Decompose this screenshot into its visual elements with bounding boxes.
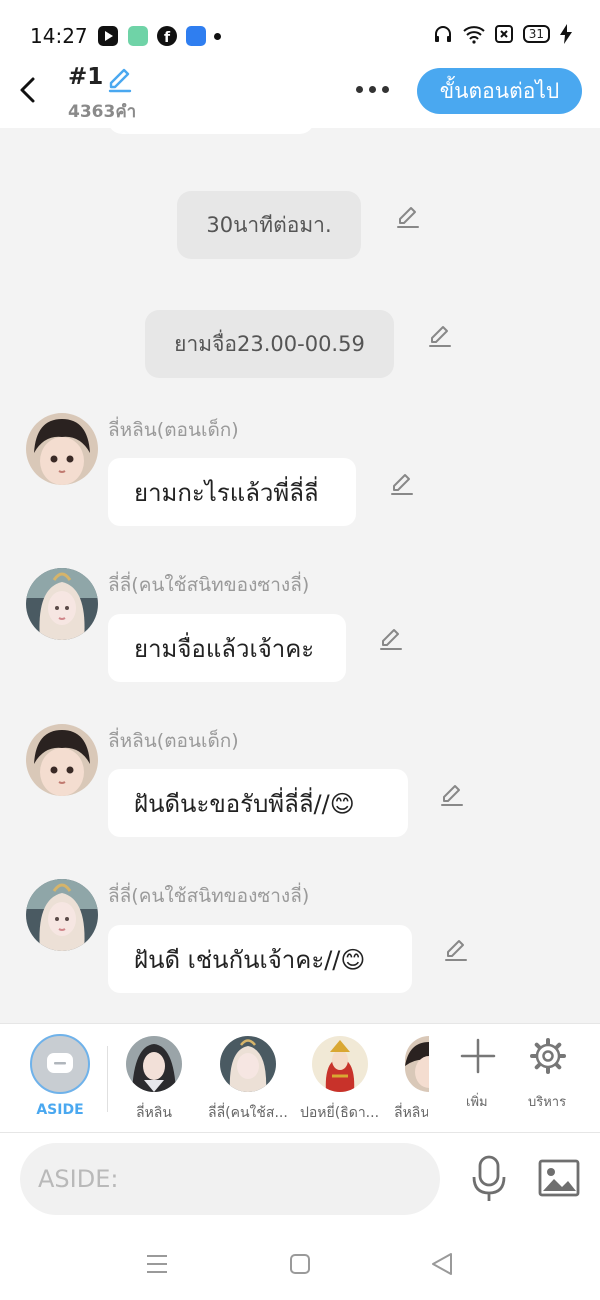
battery-indicator: 31 bbox=[522, 25, 550, 43]
chat-bubble-icon bbox=[47, 1053, 73, 1073]
status-time: 14:27 bbox=[30, 24, 88, 48]
message-bubble[interactable]: ยามกะไรแล้วพี่ลี่ลี่ bbox=[108, 458, 356, 526]
back-icon[interactable] bbox=[14, 74, 42, 106]
character-name: ลี่หลิน bbox=[394, 1105, 428, 1121]
message-bubble[interactable]: ฝันดีนะขอรับพี่ลี่ลี่//😊 bbox=[108, 769, 408, 837]
avatar-lilin-child[interactable] bbox=[26, 413, 98, 485]
next-step-button[interactable]: ขั้นตอนต่อไป bbox=[417, 68, 582, 114]
aside-label: ASIDE bbox=[36, 1102, 84, 1118]
youtube-notification-icon bbox=[98, 26, 118, 46]
charging-icon bbox=[560, 24, 572, 44]
chat-area[interactable]: 30นาทีต่อมา. ยามจื่อ23.00-00.59 ลี่หลิน(… bbox=[0, 128, 600, 1023]
narration-bubble[interactable]: 30นาทีต่อมา. bbox=[177, 191, 361, 259]
edit-pencil-icon[interactable] bbox=[438, 781, 466, 809]
nav-back-icon[interactable] bbox=[431, 1252, 453, 1276]
character-avatar-lilin[interactable] bbox=[126, 1036, 182, 1092]
character-name: ลี่หลิน bbox=[136, 1105, 172, 1121]
aside-button[interactable] bbox=[30, 1034, 90, 1094]
add-character-icon[interactable] bbox=[458, 1036, 498, 1076]
microphone-icon[interactable] bbox=[470, 1155, 508, 1203]
character-selector: ASIDE ลี่หลิน ลี่ลี่(คนใช้ส... ปอหยี่(ธิ… bbox=[0, 1023, 600, 1133]
character-avatar-poyi[interactable] bbox=[312, 1036, 368, 1092]
speaker-name: ลี่ลี่(คนใช้สนิทของซางลี่) bbox=[108, 574, 310, 596]
divider bbox=[107, 1046, 108, 1112]
edit-pencil-icon[interactable] bbox=[388, 470, 416, 498]
message-bubble[interactable]: ยามจื่อแล้วเจ้าคะ bbox=[108, 614, 346, 682]
edit-title-pencil-icon[interactable] bbox=[106, 66, 134, 94]
character-avatar-lili[interactable] bbox=[220, 1036, 276, 1092]
svg-text:f: f bbox=[164, 30, 171, 46]
input-row: ASIDE: bbox=[0, 1133, 600, 1233]
speaker-name: ลี่หลิน(ตอนเด็ก) bbox=[108, 730, 239, 752]
more-notifications-dot bbox=[214, 33, 221, 40]
avatar-lili-maid[interactable] bbox=[26, 568, 98, 640]
character-name: ปอหยี่(ธิดา... bbox=[300, 1105, 380, 1121]
headphones-icon bbox=[434, 26, 451, 42]
edit-pencil-icon[interactable] bbox=[394, 203, 422, 231]
edit-pencil-icon[interactable] bbox=[426, 322, 454, 350]
edit-pencil-icon[interactable] bbox=[377, 625, 405, 653]
manage-label: บริหาร bbox=[528, 1095, 567, 1110]
add-label: เพิ่ม bbox=[466, 1095, 488, 1110]
avatar-lili-maid[interactable] bbox=[26, 879, 98, 951]
character-avatar-lilin-2[interactable] bbox=[405, 1036, 429, 1092]
home-icon[interactable] bbox=[289, 1253, 311, 1275]
narration-bubble[interactable]: ยามจื่อ23.00-00.59 bbox=[145, 310, 394, 378]
system-nav-bar bbox=[0, 1233, 600, 1300]
recent-apps-icon[interactable] bbox=[145, 1253, 169, 1275]
speaker-name: ลี่ลี่(คนใช้สนิทของซางลี่) bbox=[108, 885, 310, 907]
app2-notification-icon bbox=[186, 26, 206, 46]
more-options-icon[interactable] bbox=[356, 76, 396, 102]
manage-gear-icon[interactable] bbox=[528, 1036, 568, 1076]
edit-pencil-icon[interactable] bbox=[442, 936, 470, 964]
message-bubble[interactable]: ฝันดี เช่นกันเจ้าคะ//😊 bbox=[108, 925, 412, 993]
sim-icon bbox=[494, 25, 513, 43]
wifi-icon bbox=[463, 26, 485, 44]
character-name: ลี่ลี่(คนใช้ส... bbox=[208, 1105, 288, 1121]
chapter-title: #1 bbox=[68, 64, 104, 90]
previous-message-bubble bbox=[108, 128, 314, 134]
avatar-lilin-child[interactable] bbox=[26, 724, 98, 796]
app-notification-icon bbox=[128, 26, 148, 46]
facebook-notification-icon: f bbox=[157, 26, 177, 46]
word-count: 4363คำ bbox=[68, 102, 137, 122]
image-icon[interactable] bbox=[538, 1159, 580, 1199]
app-bar: #1 4363คำ ขั้นตอนต่อไป bbox=[0, 60, 600, 128]
speaker-name: ลี่หลิน(ตอนเด็ก) bbox=[108, 419, 239, 441]
message-input[interactable]: ASIDE: bbox=[20, 1143, 440, 1215]
